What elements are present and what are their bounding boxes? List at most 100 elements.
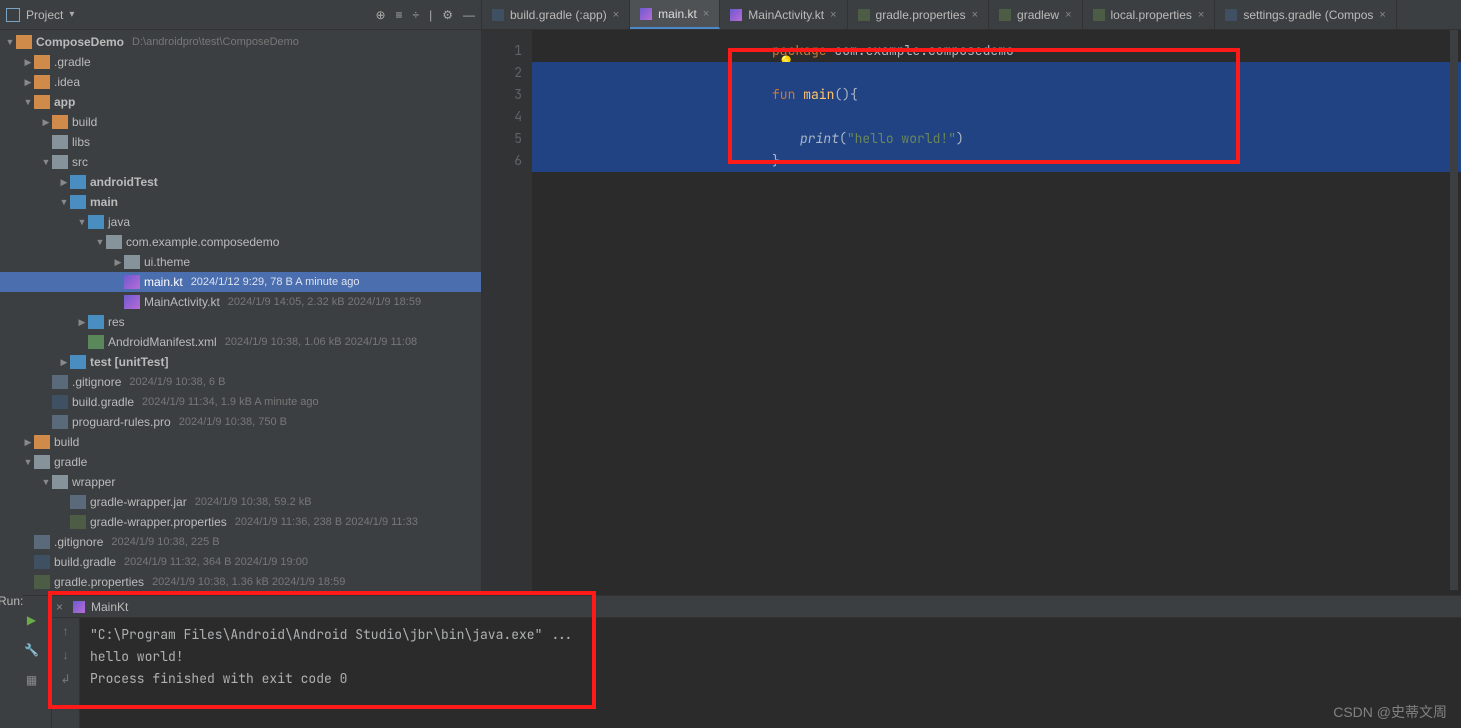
tree-arrow-icon[interactable] (40, 117, 52, 128)
tree-arrow-icon[interactable] (22, 77, 34, 88)
tree-item[interactable]: androidTest (0, 172, 481, 192)
tree-item[interactable]: wrapper (0, 472, 481, 492)
wrench-icon[interactable]: 🔧 (24, 642, 40, 658)
soft-wrap-icon[interactable]: ↲ (60, 672, 70, 686)
tree-root[interactable]: ComposeDemoD:\androidpro\test\ComposeDem… (0, 32, 481, 52)
folder-dir-icon (106, 235, 122, 249)
editor-tab[interactable]: build.gradle (:app)× (482, 0, 630, 29)
file-xml-icon (88, 335, 104, 349)
tree-item[interactable]: AndroidManifest.xml 2024/1/9 10:38, 1.06 … (0, 332, 481, 352)
tree-arrow-icon[interactable] (40, 477, 52, 487)
file-elephant-icon (34, 555, 50, 569)
tree-arrow-icon[interactable] (22, 457, 34, 467)
close-icon[interactable]: × (830, 9, 836, 21)
close-icon[interactable]: × (1065, 9, 1071, 21)
folder-src-icon (88, 315, 104, 329)
project-dropdown-label[interactable]: Project (26, 8, 63, 22)
file-props-icon (1093, 9, 1105, 21)
code[interactable]: 💡 package com.example.composedemo fun ma… (532, 30, 1461, 595)
gear-icon[interactable]: ⚙ (442, 8, 453, 22)
close-icon[interactable]: × (613, 9, 619, 21)
folder-mod-icon (34, 75, 50, 89)
tree-item[interactable]: main (0, 192, 481, 212)
locate-icon[interactable]: ⊕ (375, 8, 385, 22)
tree-item[interactable]: build.gradle2024/1/9 11:32, 364 B 2024/1… (0, 552, 481, 572)
tree-arrow-icon[interactable] (58, 357, 70, 368)
tab-label: settings.gradle (Compos (1243, 8, 1373, 22)
package-name: com.example.composedemo (827, 42, 1014, 59)
editor-scrollbar[interactable] (1450, 30, 1458, 590)
close-icon[interactable]: × (1379, 9, 1385, 21)
tree-item-meta: 2024/1/12 9:29, 78 B A minute ago (191, 276, 360, 288)
tree-item[interactable]: .gradle (0, 52, 481, 72)
tree-item-label: build (54, 435, 79, 449)
tree-item[interactable]: libs (0, 132, 481, 152)
tree-item[interactable]: gradle (0, 452, 481, 472)
tree-arrow-icon[interactable] (40, 157, 52, 167)
tree-item[interactable]: build (0, 432, 481, 452)
close-icon[interactable]: × (972, 9, 978, 21)
tree-item[interactable]: java (0, 212, 481, 232)
close-icon[interactable]: × (56, 600, 63, 614)
tree-arrow-icon[interactable] (76, 217, 88, 227)
tree-item[interactable]: res (0, 312, 481, 332)
run-gutter: ↑ ↓ ↲ (52, 618, 80, 728)
layout-icon[interactable]: ▦ (24, 672, 40, 688)
editor-tab[interactable]: gradlew× (989, 0, 1082, 29)
collapse-icon[interactable]: ÷ (413, 8, 420, 22)
editor-tab[interactable]: MainActivity.kt× (720, 0, 847, 29)
tree-item[interactable]: gradle-wrapper.properties2024/1/9 11:36,… (0, 512, 481, 532)
string-literal: "hello world!" (847, 130, 956, 147)
editor-tab[interactable]: gradle.properties× (848, 0, 990, 29)
tree-item-label: gradle-wrapper.properties (90, 515, 227, 529)
tree-item[interactable]: test [unitTest] (0, 352, 481, 372)
file-kt-icon (640, 8, 652, 20)
tree-item[interactable]: com.example.composedemo (0, 232, 481, 252)
tree-item[interactable]: src (0, 152, 481, 172)
down-icon[interactable]: ↓ (63, 648, 69, 662)
tree-arrow-icon[interactable] (58, 177, 70, 188)
play-icon[interactable]: ▶ (24, 612, 40, 628)
editor-tab[interactable]: local.properties× (1083, 0, 1216, 29)
chevron-down-icon[interactable] (4, 37, 16, 47)
tree-arrow-icon[interactable] (22, 57, 34, 68)
project-tree[interactable]: ComposeDemoD:\androidpro\test\ComposeDem… (0, 30, 481, 595)
editor-tab[interactable]: main.kt× (630, 0, 720, 29)
tree-item[interactable]: build (0, 112, 481, 132)
close-icon[interactable]: × (1198, 9, 1204, 21)
up-icon[interactable]: ↑ (63, 624, 69, 638)
tree-item[interactable]: .gitignore2024/1/9 10:38, 6 B (0, 372, 481, 392)
tree-arrow-icon[interactable] (76, 317, 88, 328)
run-tab[interactable]: MainKt (73, 600, 128, 614)
close-icon[interactable]: × (703, 8, 709, 20)
tree-item-meta: 2024/1/9 10:38, 750 B (179, 416, 287, 428)
tree-arrow-icon[interactable] (22, 437, 34, 448)
tree-arrow-icon[interactable] (22, 97, 34, 107)
editor-body[interactable]: 123456 💡 package com.example.composedemo… (482, 30, 1461, 595)
run-output[interactable]: "C:\Program Files\Android\Android Studio… (80, 618, 1461, 728)
run-left-tools: ▶ 🔧 ▦ (12, 596, 52, 728)
editor-tab[interactable]: settings.gradle (Compos × (1215, 0, 1397, 29)
expand-icon[interactable]: ≡ (396, 8, 403, 22)
tree-item-label: gradle (54, 455, 87, 469)
tree-item[interactable]: proguard-rules.pro2024/1/9 10:38, 750 B (0, 412, 481, 432)
tree-arrow-icon[interactable] (94, 237, 106, 247)
tree-item[interactable]: .gitignore2024/1/9 10:38, 225 B (0, 532, 481, 552)
minimize-icon[interactable]: — (463, 8, 475, 22)
tree-item-label: AndroidManifest.xml (108, 335, 217, 349)
tree-item[interactable]: MainActivity.kt2024/1/9 14:05, 2.32 kB 2… (0, 292, 481, 312)
tree-item[interactable]: build.gradle2024/1/9 11:34, 1.9 kB A min… (0, 392, 481, 412)
tree-item-label: ui.theme (144, 255, 190, 269)
tree-item[interactable]: ui.theme (0, 252, 481, 272)
tree-arrow-icon[interactable] (112, 257, 124, 268)
line-number: 6 (482, 150, 522, 172)
chevron-down-icon[interactable]: ▾ (69, 9, 74, 20)
tree-item-meta: 2024/1/9 10:38, 1.06 kB 2024/1/9 11:08 (225, 336, 417, 348)
project-sidebar: Project ▾ ⊕ ≡ ÷ | ⚙ — ComposeDemoD:\andr… (0, 0, 482, 595)
tree-item[interactable]: app (0, 92, 481, 112)
tree-item[interactable]: gradle.properties2024/1/9 10:38, 1.36 kB… (0, 572, 481, 592)
tree-item[interactable]: gradle-wrapper.jar2024/1/9 10:38, 59.2 k… (0, 492, 481, 512)
tree-arrow-icon[interactable] (58, 197, 70, 207)
tree-item[interactable]: main.kt2024/1/12 9:29, 78 B A minute ago (0, 272, 481, 292)
tree-item[interactable]: .idea (0, 72, 481, 92)
